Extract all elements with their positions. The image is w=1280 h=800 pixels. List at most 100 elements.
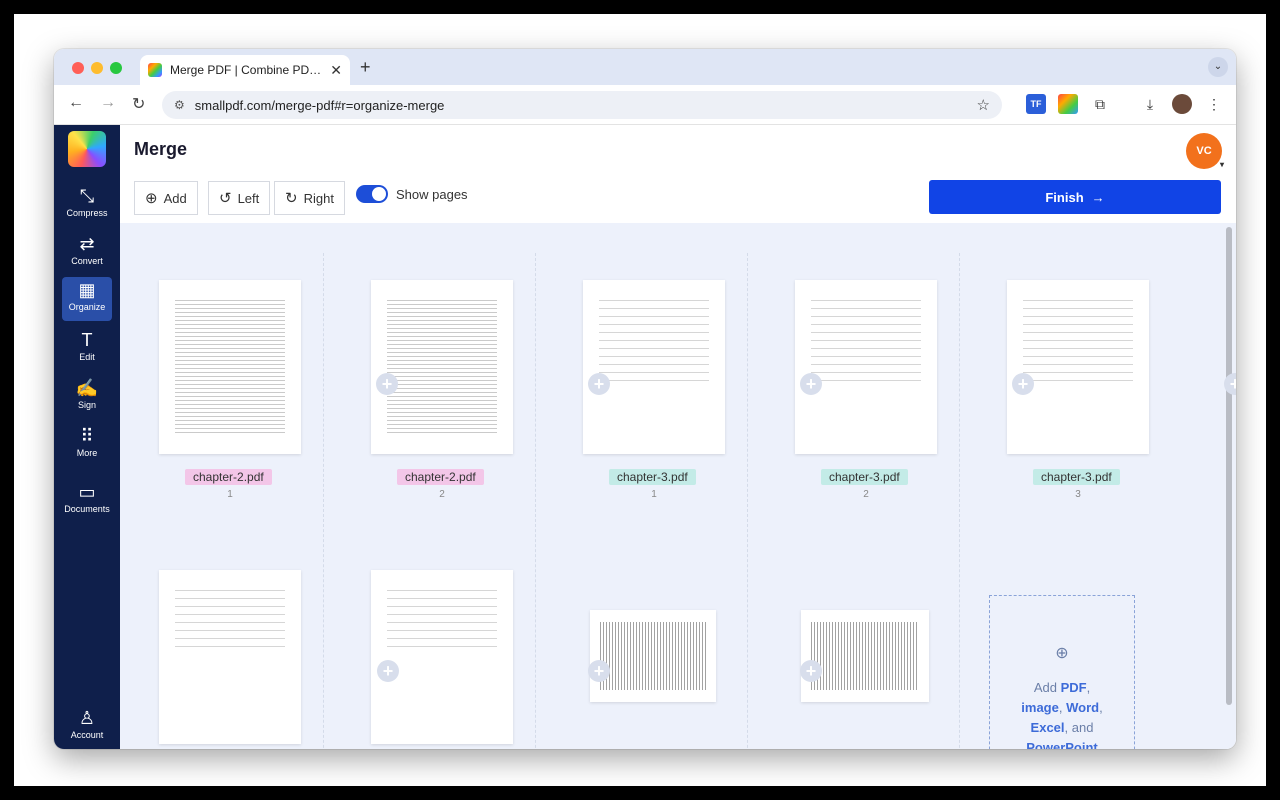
insert-page-button[interactable]: + — [377, 660, 399, 682]
rotate-left-button[interactable]: ↺ Left — [208, 181, 271, 215]
file-name-tag: chapter-3.pdf — [1033, 469, 1120, 485]
sidebar-item-sign[interactable]: ✍ Sign — [54, 375, 120, 419]
dropzone-text: , — [1058, 700, 1067, 715]
page-thumbnail[interactable] — [1007, 280, 1149, 454]
page-number: 1 — [651, 489, 657, 500]
minimize-window-dot[interactable] — [91, 62, 103, 74]
new-tab-button[interactable]: + — [360, 57, 371, 78]
tab-title: Merge PDF | Combine PDF Fi — [170, 63, 323, 77]
insert-page-button[interactable]: + — [800, 373, 822, 395]
sidebar-item-compress[interactable]: ⤡ Compress — [54, 183, 120, 227]
browser-toolbar: ← → ↻ ⚙ smallpdf.com/merge-pdf#r=organiz… — [54, 85, 1236, 125]
sidebar-label: Account — [70, 730, 104, 740]
dropzone-pdf: PDF — [1060, 680, 1087, 695]
edit-icon: T — [81, 330, 93, 350]
file-name-tag: chapter-2.pdf — [397, 469, 484, 485]
finish-button[interactable]: Finish → — [929, 180, 1221, 214]
sidebar-label: Edit — [79, 352, 95, 362]
sidebar: ⤡ Compress ⇄ Convert ▦ Organize T Edit ✍… — [54, 125, 120, 749]
page-thumbnail[interactable] — [371, 280, 513, 454]
more-icon: ⠿ — [80, 426, 94, 446]
documents-icon: ▭ — [78, 482, 96, 502]
page-text-lines — [1023, 300, 1133, 384]
bookmark-star-icon[interactable]: ☆ — [977, 96, 990, 114]
rotate-right-button[interactable]: ↻ Right — [274, 181, 345, 215]
page-thumbnail[interactable] — [159, 570, 301, 744]
profile-icon[interactable] — [1172, 94, 1192, 114]
sidebar-label: More — [76, 448, 98, 458]
page-title: Merge — [134, 139, 188, 159]
compress-icon: ⤡ — [79, 186, 95, 206]
toggle-switch[interactable] — [356, 185, 388, 203]
dropzone-text: , — [1099, 700, 1103, 715]
add-label: Add — [163, 190, 187, 206]
add-circle-icon: ⊕ — [145, 190, 158, 207]
add-files-dropzone[interactable]: ⊕ Add PDF, image, Word, Excel, and Power… — [989, 595, 1135, 749]
extension-color-icon[interactable] — [1058, 94, 1078, 114]
insert-page-button[interactable]: + — [588, 660, 610, 682]
url-text[interactable]: smallpdf.com/merge-pdf#r=organize-merge — [195, 98, 967, 113]
insert-page-button[interactable]: + — [1012, 373, 1034, 395]
reload-icon[interactable]: ↻ — [132, 94, 145, 114]
file-name-tag: chapter-3.pdf — [821, 469, 908, 485]
scrollbar[interactable] — [1226, 227, 1232, 705]
sidebar-item-edit[interactable]: T Edit — [54, 327, 120, 371]
site-info-icon[interactable]: ⚙ — [174, 98, 185, 112]
file-name-tag: chapter-3.pdf — [609, 469, 696, 485]
download-icon[interactable]: ⤓ — [1140, 94, 1160, 114]
tab-search-button[interactable]: ⌄ — [1208, 57, 1228, 77]
page-thumbnail[interactable] — [159, 280, 301, 454]
browser-window: Merge PDF | Combine PDF Fi ✕ + ⌄ ← → ↻ ⚙… — [54, 49, 1236, 749]
add-button[interactable]: ⊕ Add — [134, 181, 198, 215]
dropzone-word: Word — [1066, 700, 1100, 715]
insert-page-button[interactable]: + — [588, 373, 610, 395]
page-thumbnail[interactable] — [371, 570, 513, 744]
page-text-lines — [387, 590, 497, 654]
convert-icon: ⇄ — [79, 234, 95, 254]
dropzone-text: Add — [1033, 680, 1061, 695]
page-text-lines — [175, 590, 285, 654]
page-text-lines — [600, 622, 706, 690]
favicon-icon — [148, 63, 162, 77]
address-bar[interactable]: ⚙ smallpdf.com/merge-pdf#r=organize-merg… — [162, 91, 1002, 119]
tab-strip: Merge PDF | Combine PDF Fi ✕ + ⌄ — [54, 49, 1236, 85]
rotate-left-label: Left — [237, 190, 260, 206]
close-window-dot[interactable] — [72, 62, 84, 74]
dropzone-text: , and — [1064, 720, 1094, 735]
tab-close-icon[interactable]: ✕ — [330, 62, 342, 79]
page-text-lines — [599, 300, 709, 384]
browser-tab[interactable]: Merge PDF | Combine PDF Fi ✕ — [140, 55, 350, 85]
page-text-lines — [175, 300, 285, 434]
add-circle-icon: ⊕ — [1055, 645, 1069, 662]
avatar-caret-icon: ▾ — [1219, 160, 1224, 169]
avatar-initials: VC — [1196, 145, 1212, 157]
back-icon[interactable]: ← — [68, 94, 84, 112]
show-pages-toggle[interactable]: Show pages — [356, 185, 468, 203]
page-thumbnail[interactable] — [590, 610, 716, 702]
smallpdf-logo[interactable] — [68, 131, 106, 167]
avatar[interactable]: VC ▾ — [1186, 133, 1224, 169]
rotate-right-label: Right — [303, 190, 334, 206]
sidebar-label: Documents — [64, 504, 110, 514]
zoom-window-dot[interactable] — [110, 62, 122, 74]
extensions-puzzle-icon[interactable]: ⧉ — [1090, 94, 1110, 114]
insert-page-button[interactable]: + — [376, 373, 398, 395]
organize-icon: ▦ — [78, 280, 96, 300]
forward-icon[interactable]: → — [100, 94, 116, 112]
sidebar-item-organize[interactable]: ▦ Organize — [62, 277, 112, 321]
toggle-knob — [372, 187, 386, 201]
sidebar-label: Sign — [77, 400, 96, 410]
page-thumbnail[interactable] — [801, 610, 929, 702]
sidebar-item-more[interactable]: ⠿ More — [54, 423, 120, 467]
sidebar-item-account[interactable]: ♙ Account — [54, 705, 120, 749]
extension-tf-icon[interactable]: TF — [1026, 94, 1046, 114]
sidebar-item-convert[interactable]: ⇄ Convert — [54, 231, 120, 275]
page-thumbnail[interactable] — [583, 280, 725, 454]
page-text-lines — [811, 300, 921, 384]
page-text-lines — [811, 622, 919, 690]
sidebar-item-documents[interactable]: ▭ Documents — [54, 479, 120, 523]
insert-page-button[interactable]: + — [800, 660, 822, 682]
page-thumbnail[interactable] — [795, 280, 937, 454]
browser-menu-icon[interactable]: ⋮ — [1204, 94, 1224, 114]
rotate-left-icon: ↺ — [219, 190, 232, 207]
